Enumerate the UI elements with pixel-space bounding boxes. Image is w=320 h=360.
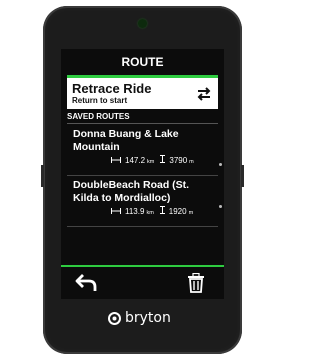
- route-distance: 113.9: [125, 207, 145, 216]
- page-title: ROUTE: [121, 55, 164, 69]
- brand-name: bryton: [125, 310, 171, 326]
- route-name: Donna Buang & Lake Mountain: [73, 128, 179, 153]
- left-side-button[interactable]: [41, 165, 44, 187]
- route-stats: 147.2 km 3790 m: [111, 155, 198, 165]
- bryton-logo-icon: [108, 311, 121, 325]
- back-arrow-icon[interactable]: [75, 274, 97, 292]
- distance-unit: km: [146, 210, 154, 216]
- retrace-ride-title: Retrace Ride: [72, 81, 152, 96]
- retrace-ride-subtitle: Return to start: [72, 96, 128, 105]
- distance-icon: [111, 208, 121, 214]
- elevation-icon: [159, 206, 165, 214]
- device-screen: ROUTE Retrace Ride Return to start SAVED…: [61, 49, 224, 299]
- route-distance: 147.2: [125, 156, 146, 165]
- scroll-indicator: [219, 135, 223, 235]
- route-elevation: 3790: [169, 156, 188, 165]
- distance-unit: km: [147, 159, 155, 165]
- route-stats: 113.9 km 1920 m: [111, 206, 197, 216]
- elevation-unit: m: [188, 210, 194, 216]
- saved-routes-header: SAVED ROUTES: [67, 111, 218, 124]
- elevation-unit: m: [189, 159, 194, 165]
- trash-icon[interactable]: [187, 273, 205, 293]
- distance-icon: [111, 157, 121, 163]
- route-elevation: 1920: [168, 207, 187, 216]
- light-sensor: [138, 19, 147, 28]
- retrace-ride-option[interactable]: Retrace Ride Return to start: [67, 75, 218, 109]
- elevation-icon: [160, 155, 166, 163]
- bottom-toolbar: [61, 265, 224, 299]
- brand-logo: bryton: [108, 310, 171, 326]
- route-item[interactable]: Donna Buang & Lake Mountain 147.2 km 379…: [67, 125, 218, 176]
- route-item[interactable]: DoubleBeach Road (St. Kilda to Mordiallo…: [67, 176, 218, 227]
- route-name: DoubleBeach Road (St. Kilda to Mordiallo…: [73, 179, 190, 204]
- swap-arrows-icon: [197, 87, 211, 101]
- right-side-button[interactable]: [241, 165, 244, 187]
